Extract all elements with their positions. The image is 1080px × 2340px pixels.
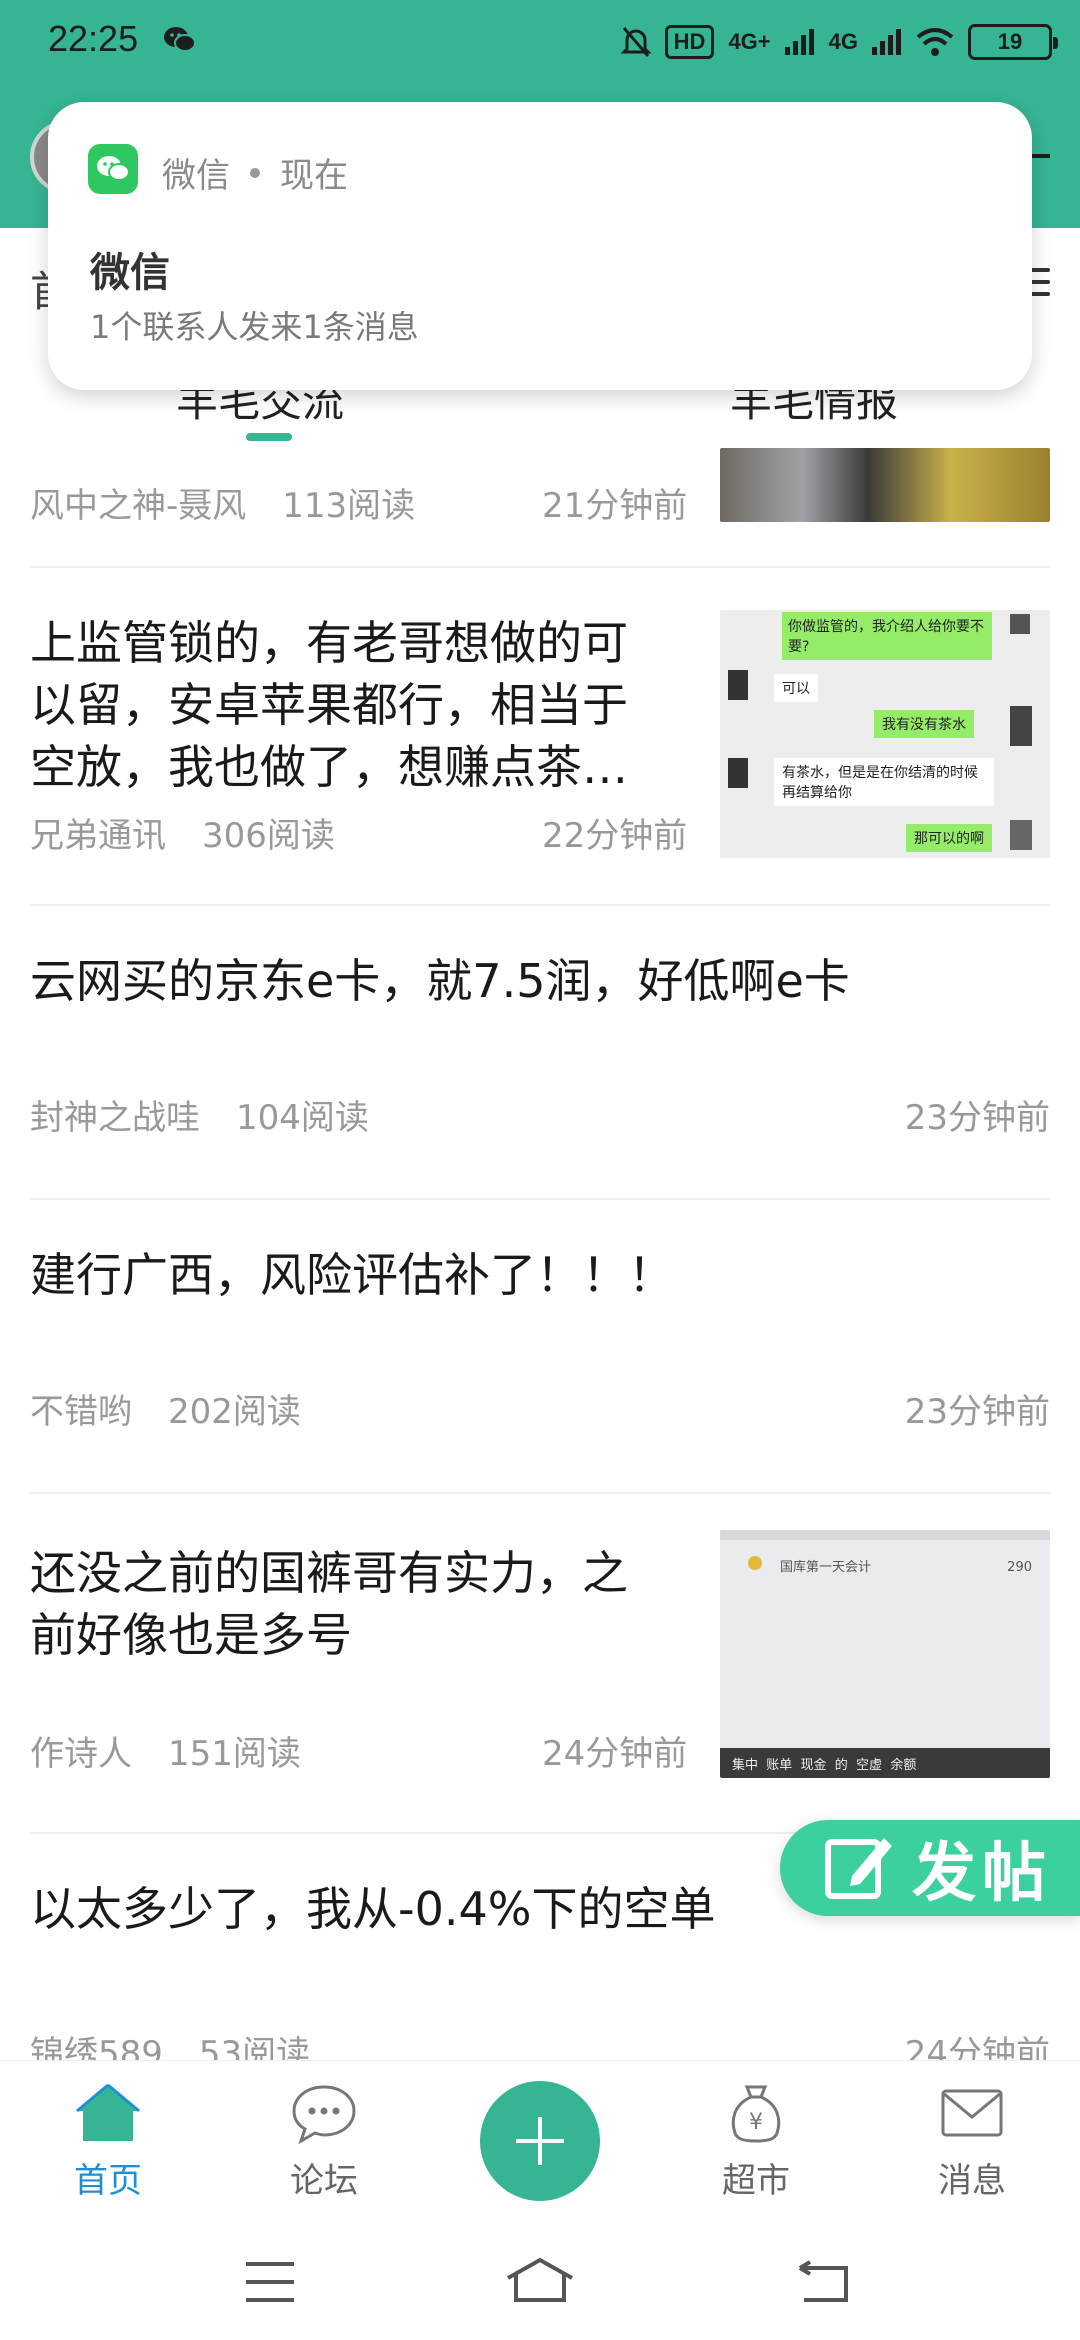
menu-nav-icon[interactable] xyxy=(244,2260,296,2304)
wifi-icon xyxy=(916,28,954,56)
post-author: 不错哟 xyxy=(30,1392,132,1432)
new-post-label: 发帖 xyxy=(912,1836,1052,1911)
nav-forum-label: 论坛 xyxy=(290,2161,358,2201)
post-reads: 306阅读 xyxy=(202,816,335,856)
list-item[interactable]: 风中之神-聂风 113阅读 21分钟前 xyxy=(30,448,1050,568)
post-meta: 不错哟 202阅读 xyxy=(30,1384,301,1433)
chat-bubble-right: 那可以的啊 xyxy=(906,824,992,852)
chat-bubble-right: 我有没有茶水 xyxy=(874,710,974,738)
nav-market-label: 超市 xyxy=(722,2161,790,2201)
post-time: 21分钟前 xyxy=(542,486,688,526)
signal-4g: 4G xyxy=(828,29,858,54)
post-time: 23分钟前 xyxy=(904,1098,1050,1138)
post-title: 上监管锁的，有老哥想做的可以留，安卓苹果都行，相当于空放，我也做了，想赚点茶… xyxy=(30,616,628,794)
list-item[interactable]: 云网买的京东e卡，就7.5润，好低啊e卡 封神之战哇 104阅读 23分钟前 xyxy=(30,906,1050,1200)
list-item[interactable]: 建行广西，风险评估补了！！！ 不错哟 202阅读 23分钟前 xyxy=(30,1200,1050,1494)
post-time: 23分钟前 xyxy=(904,1392,1050,1432)
mute-bell-icon xyxy=(620,27,651,57)
chat-bubble-left: 可以 xyxy=(774,674,818,702)
post-title: 建行广西，风险评估补了！！！ xyxy=(30,1248,674,1302)
post-meta: 封神之战哇 104阅读 xyxy=(30,1090,369,1139)
status-bar: 22:25 HD 4G+ 4G 19 xyxy=(0,0,1080,84)
post-title: 还没之前的国裤哥有实力，之前好像也是多号 xyxy=(30,1546,628,1662)
notification-time: 现在 xyxy=(280,156,348,196)
system-navigation-bar xyxy=(0,2230,1080,2340)
tab-active-indicator xyxy=(246,433,292,441)
post-time: 24分钟前 xyxy=(542,1734,688,1774)
signal-4g-plus: 4G+ xyxy=(728,29,771,54)
svg-text:¥: ¥ xyxy=(749,2110,763,2135)
nav-messages[interactable]: 消息 xyxy=(902,2081,1042,2202)
post-reads: 202阅读 xyxy=(168,1392,301,1432)
signal-bars-2-icon xyxy=(872,29,901,55)
post-reads: 151阅读 xyxy=(168,1734,301,1774)
notification-body: 1个联系人发来1条消息 xyxy=(90,308,419,346)
post-meta: 锦绣589 53阅读 xyxy=(30,2026,310,2060)
post-author: 封神之战哇 xyxy=(30,1098,200,1138)
nav-home[interactable]: 首页 xyxy=(38,2081,178,2202)
chat-bubble-icon xyxy=(292,2085,356,2145)
notification-header: 微信 现在 xyxy=(162,148,348,197)
signal-bars-icon xyxy=(784,29,814,55)
plus-icon xyxy=(516,2117,564,2165)
wechat-app-icon xyxy=(88,144,138,194)
account-screenshot-thumbnail: 国库第一天会计 290 集中 账单 现金 的 空虚 余额 xyxy=(720,1530,1050,1778)
mail-icon xyxy=(941,2089,1003,2137)
post-reads: 104阅读 xyxy=(236,1098,369,1138)
post-thumbnail xyxy=(720,448,1050,522)
post-reads: 53阅读 xyxy=(198,2034,311,2060)
nav-forum[interactable]: 论坛 xyxy=(254,2081,394,2202)
post-time: 24分钟前 xyxy=(904,2034,1050,2060)
nav-messages-label: 消息 xyxy=(938,2161,1006,2201)
post-feed[interactable]: 风中之神-聂风 113阅读 21分钟前 上监管锁的，有老哥想做的可以留，安卓苹果… xyxy=(0,448,1080,2060)
list-item[interactable]: 上监管锁的，有老哥想做的可以留，安卓苹果都行，相当于空放，我也做了，想赚点茶… … xyxy=(30,568,1050,906)
chat-screenshot-thumbnail: 你做监管的，我介绍人给你要不要? 可以 我有没有茶水 有茶水，但是是在你结清的时… xyxy=(720,610,1050,858)
post-meta: 风中之神-聂风 113阅读 xyxy=(30,478,415,527)
home-icon xyxy=(76,2083,140,2141)
home-nav-icon[interactable] xyxy=(504,2256,576,2304)
nav-market[interactable]: ¥ 超市 xyxy=(686,2081,826,2202)
post-author: 作诗人 xyxy=(30,1734,132,1774)
battery-indicator: 19 xyxy=(968,24,1058,60)
account-tabs: 集中 账单 现金 的 空虚 余额 xyxy=(720,1748,1050,1778)
wechat-notification[interactable]: 微信 现在 微信 1个联系人发来1条消息 xyxy=(48,102,1032,390)
account-amount: 290 xyxy=(1007,1560,1032,1575)
separator-dot xyxy=(250,167,260,178)
post-author: 锦绣589 xyxy=(30,2034,163,2060)
chat-bubble-right: 你做监管的，我介绍人给你要不要? xyxy=(782,612,992,660)
hd-badge: HD xyxy=(664,25,715,59)
post-time: 22分钟前 xyxy=(542,816,688,856)
list-item[interactable]: 还没之前的国裤哥有实力，之前好像也是多号 作诗人 151阅读 24分钟前 国库第… xyxy=(30,1494,1050,1834)
new-post-button[interactable]: 发帖 xyxy=(780,1820,1080,1916)
money-bag-icon: ¥ xyxy=(731,2085,781,2143)
post-meta: 作诗人 151阅读 xyxy=(30,1726,301,1775)
notification-title: 微信 xyxy=(90,250,170,296)
status-time: 22:25 xyxy=(48,18,139,59)
post-title: 云网买的京东e卡，就7.5润，好低啊e卡 xyxy=(30,954,850,1008)
wechat-status-icon xyxy=(164,27,196,52)
bottom-navigation: 首页 论坛 ¥ 超市 消息 xyxy=(0,2060,1080,2240)
back-nav-icon[interactable] xyxy=(796,2260,852,2304)
status-right-icons: HD 4G+ 4G 19 xyxy=(620,18,1058,66)
post-title: 以太多少了，我从-0.4%下的空单 xyxy=(30,1882,716,1936)
account-header: 国库第一天会计 xyxy=(780,1560,872,1575)
chat-bubble-left: 有茶水，但是是在你结清的时候再结算给你 xyxy=(774,758,994,806)
post-meta: 兄弟通讯 306阅读 xyxy=(30,808,335,857)
notification-app-name: 微信 xyxy=(162,156,230,196)
nav-home-label: 首页 xyxy=(74,2161,142,2201)
post-author: 风中之神-聂风 xyxy=(30,486,247,526)
post-author: 兄弟通讯 xyxy=(30,816,166,856)
compose-button[interactable] xyxy=(480,2081,600,2201)
edit-icon xyxy=(825,1838,892,1899)
post-reads: 113阅读 xyxy=(282,486,416,526)
